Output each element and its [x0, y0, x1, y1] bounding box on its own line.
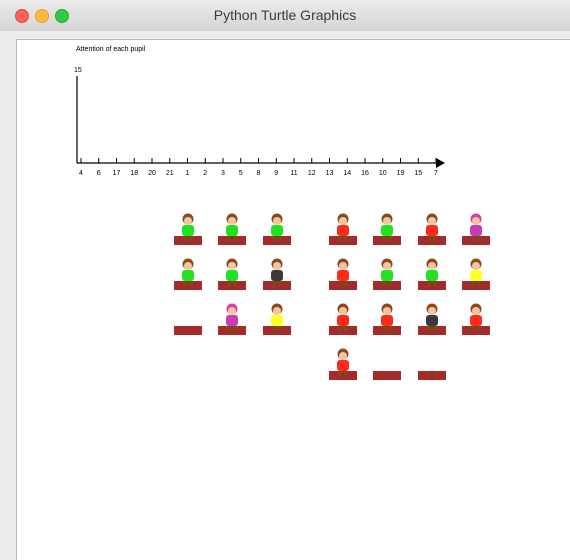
desk: [329, 281, 357, 290]
desk: [373, 371, 401, 380]
desk: [218, 236, 246, 245]
desk: [418, 371, 446, 380]
desk: [329, 371, 357, 380]
desk: [418, 281, 446, 290]
desk: [462, 236, 490, 245]
desk: [418, 326, 446, 335]
desk: [329, 236, 357, 245]
desk: [174, 281, 202, 290]
desk: [373, 326, 401, 335]
desk: [218, 326, 246, 335]
desk: [263, 281, 291, 290]
desk: [263, 236, 291, 245]
desk: [373, 236, 401, 245]
classroom-scene: [76, 76, 490, 380]
desk: [329, 326, 357, 335]
desk: [462, 326, 490, 335]
desk: [174, 236, 202, 245]
desk: [418, 236, 446, 245]
desk: [218, 281, 246, 290]
desk: [373, 281, 401, 290]
x-axis-arrowhead: [436, 158, 445, 168]
desk: [174, 326, 202, 335]
desk: [462, 281, 490, 290]
desk: [263, 326, 291, 335]
